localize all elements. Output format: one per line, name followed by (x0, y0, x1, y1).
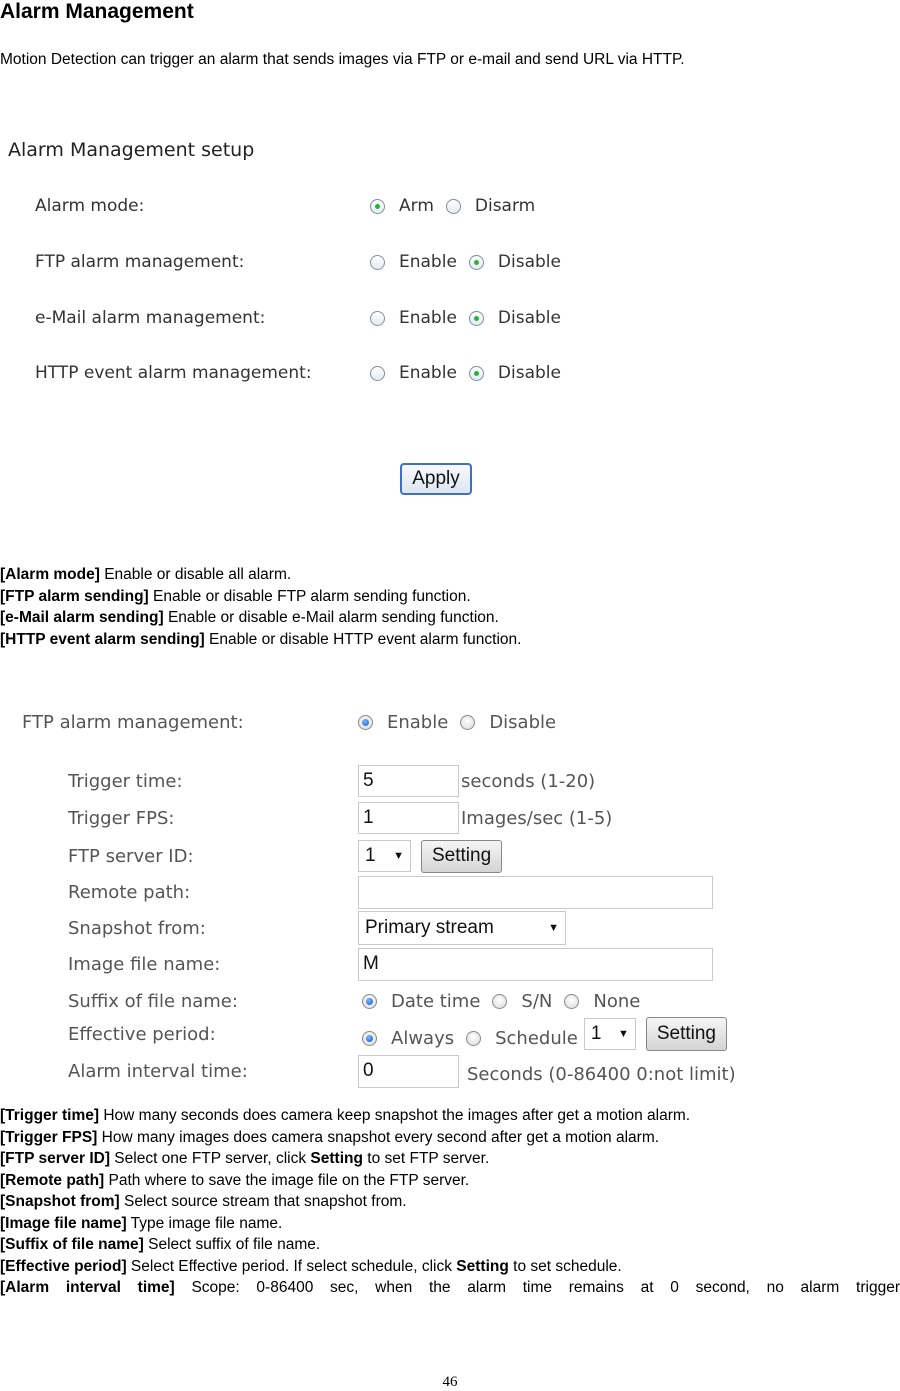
ftp-heading-label: FTP alarm management: (22, 711, 244, 733)
ftp-heading-disable[interactable]: Disable (460, 712, 556, 733)
ftp-server-id-row: FTP server ID: 1 ▼ Setting (68, 839, 503, 873)
trigger-time-input[interactable]: 5 (358, 765, 459, 797)
email-alarm-row: e-Mail alarm management: Enable Disable (35, 306, 573, 330)
alarm-mode-row: Alarm mode: Arm Disarm (35, 194, 547, 218)
trigger-time-row: Trigger time: 5 seconds (1-20) (68, 765, 596, 797)
trigger-fps-row: Trigger FPS: 1 Images/sec (1-5) (68, 802, 613, 834)
radio-http-disable-selected[interactable] (468, 365, 484, 381)
ftp-alarm-row: FTP alarm management: Enable Disable (35, 250, 573, 274)
snapshot-from-label: Snapshot from: (68, 917, 206, 939)
desc-item: [Effective period] Select Effective peri… (0, 1257, 622, 1275)
desc-item: [Snapshot from] Select source stream tha… (0, 1193, 407, 1210)
alarm-interval-label: Alarm interval time: (68, 1060, 248, 1082)
setup-descriptions: [Alarm mode] Enable or disable all alarm… (0, 564, 521, 650)
radio-none[interactable] (564, 993, 580, 1009)
suffix-none-option[interactable]: None (564, 991, 640, 1012)
remote-path-label: Remote path: (68, 881, 191, 903)
desc-item: [Suffix of file name] Select suffix of f… (0, 1236, 321, 1253)
radio-http-enable[interactable] (370, 365, 385, 381)
period-schedule-option[interactable]: Schedule (466, 1028, 578, 1049)
desc-item: [Alarm mode] Enable or disable all alarm… (0, 566, 292, 583)
desc-item: [Remote path] Path where to save the ima… (0, 1171, 470, 1189)
snapshot-from-select[interactable]: Primary stream ▼ (358, 911, 566, 945)
desc-item: [Trigger FPS] How many images does camer… (0, 1128, 660, 1146)
radio-ftp-disable-selected[interactable] (468, 254, 484, 270)
arm-option[interactable]: Arm (370, 196, 434, 216)
chevron-down-icon: ▼ (548, 922, 559, 934)
ftp-server-setting-button[interactable]: Setting (421, 839, 503, 873)
intro-text: Motion Detection can trigger an alarm th… (0, 51, 685, 68)
effective-period-row: Effective period: Always Schedule 1 ▼ Set… (68, 1017, 727, 1051)
trigger-fps-label: Trigger FPS: (68, 807, 175, 829)
radio-schedule[interactable] (466, 1030, 482, 1046)
ftp-enable-option[interactable]: Enable (370, 252, 457, 272)
ftp-heading-enable[interactable]: Enable (358, 712, 448, 733)
radio-always-selected[interactable] (362, 1030, 377, 1046)
suffix-sn-option[interactable]: S/N (492, 991, 552, 1012)
suffix-datetime-option[interactable]: Date time (362, 991, 480, 1012)
radio-disarm[interactable] (445, 198, 461, 214)
radio-email-disable-selected[interactable] (468, 310, 484, 326)
alarm-interval-unit: Seconds (0-86400 0:not limit) (467, 1063, 736, 1085)
http-alarm-label: HTTP event alarm management: (35, 363, 312, 383)
ftp-heading-row: FTP alarm management: Enable Disable (22, 709, 568, 735)
http-disable-option[interactable]: Disable (468, 363, 561, 383)
email-alarm-label: e-Mail alarm management: (35, 308, 266, 328)
trigger-time-unit: seconds (1-20) (461, 770, 596, 792)
radio-sn[interactable] (492, 993, 508, 1009)
radio-datetime-selected[interactable] (362, 993, 377, 1009)
suffix-row: Suffix of file name: Date time S/N None (68, 986, 652, 1016)
chevron-down-icon: ▼ (617, 1028, 629, 1040)
http-alarm-row: HTTP event alarm management: Enable Disa… (35, 361, 573, 385)
trigger-time-label: Trigger time: (68, 770, 183, 792)
desc-item: [FTP server ID] Select one FTP server, c… (0, 1150, 490, 1167)
ftp-server-id-select[interactable]: 1 ▼ (358, 840, 411, 872)
period-always-option[interactable]: Always (362, 1028, 454, 1049)
desc-item: [Alarm interval time] Scope: 0-86400 sec… (0, 1279, 900, 1296)
alarm-interval-row: Alarm interval time: 0 Seconds (0-86400 … (68, 1054, 736, 1088)
schedule-select[interactable]: 1 ▼ (583, 1018, 636, 1050)
suffix-label: Suffix of file name: (68, 990, 238, 1012)
radio-disable[interactable] (460, 714, 476, 730)
ftp-disable-option[interactable]: Disable (468, 252, 561, 272)
image-file-name-row: Image file name: M (68, 947, 713, 981)
effective-period-label: Effective period: (68, 1023, 216, 1045)
setup-heading: Alarm Management setup (8, 139, 255, 161)
radio-ftp-enable[interactable] (370, 254, 385, 270)
chevron-down-icon: ▼ (393, 850, 404, 862)
desc-item: [FTP alarm sending] Enable or disable FT… (0, 587, 471, 605)
apply-button[interactable]: Apply (400, 463, 472, 495)
remote-path-row: Remote path: (68, 875, 713, 909)
desc-item: [e-Mail alarm sending] Enable or disable… (0, 609, 499, 626)
http-enable-option[interactable]: Enable (370, 363, 457, 383)
snapshot-from-row: Snapshot from: Primary stream ▼ (68, 911, 566, 945)
disarm-option[interactable]: Disarm (445, 196, 535, 216)
page-title: Alarm Management (0, 0, 194, 23)
trigger-fps-input[interactable]: 1 (358, 802, 459, 834)
image-file-name-label: Image file name: (68, 953, 221, 975)
page-number: 46 (442, 1374, 458, 1390)
desc-item: [Trigger time] How many seconds does cam… (0, 1107, 691, 1124)
radio-email-enable[interactable] (370, 310, 385, 326)
trigger-fps-unit: Images/sec (1-5) (461, 807, 613, 829)
email-enable-option[interactable]: Enable (370, 308, 457, 328)
alarm-mode-label: Alarm mode: (35, 196, 145, 216)
ftp-descriptions: [Trigger time] How many seconds does cam… (0, 1105, 900, 1299)
desc-item: [Image file name] Type image file name. (0, 1214, 283, 1232)
email-disable-option[interactable]: Disable (468, 308, 561, 328)
radio-arm-selected[interactable] (370, 198, 385, 214)
alarm-interval-input[interactable]: 0 (358, 1054, 459, 1088)
schedule-setting-button[interactable]: Setting (645, 1017, 727, 1051)
ftp-alarm-label: FTP alarm management: (35, 252, 245, 272)
radio-enable-selected[interactable] (358, 714, 373, 730)
remote-path-input[interactable] (358, 875, 713, 909)
ftp-server-id-label: FTP server ID: (68, 845, 194, 867)
image-file-name-input[interactable]: M (358, 947, 713, 981)
desc-item: [HTTP event alarm sending] Enable or dis… (0, 630, 522, 648)
